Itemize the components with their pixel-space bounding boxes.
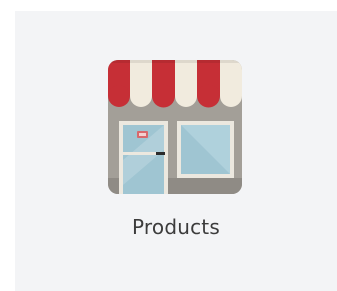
products-app-tile[interactable]: Products	[15, 11, 337, 291]
storefront-icon[interactable]	[108, 60, 242, 194]
app-label[interactable]: Products	[15, 215, 337, 239]
